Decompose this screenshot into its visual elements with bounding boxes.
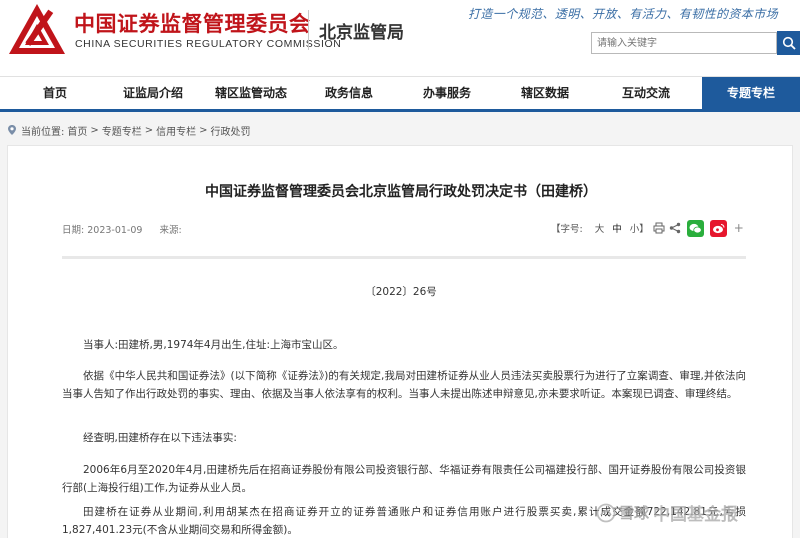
font-small-button[interactable]: 小 <box>630 221 640 235</box>
more-share-icon[interactable]: + <box>734 221 744 235</box>
slogan: 打造一个规范、透明、开放、有活力、有韧性的资本市场 <box>468 7 779 21</box>
breadcrumb-separator: > <box>199 124 208 136</box>
breadcrumb-link[interactable]: 行政处罚 <box>211 123 251 138</box>
search-icon <box>782 36 796 50</box>
date-value: 2023-01-09 <box>87 225 143 236</box>
bureau-name: 北京监管局 <box>319 23 404 43</box>
nav-item-special[interactable]: 专题专栏 <box>702 77 800 110</box>
logo-divider <box>308 10 309 50</box>
watermark-text: 中国基金报 <box>653 505 739 525</box>
csrc-logo-icon[interactable] <box>8 3 66 55</box>
article-paragraph: 当事人:田建桥,男,1974年4月出生,住址:上海市宝山区。 <box>83 339 344 351</box>
font-size-label: 【字号: <box>551 224 583 235</box>
watermark: 雪球 中国基金报 <box>596 500 738 525</box>
breadcrumb-separator: > <box>144 124 154 136</box>
main-nav: 首页 证监局介绍 辖区监管动态 政务信息 办事服务 辖区数据 互动交流 专题专栏 <box>0 76 800 112</box>
nav-item-regional-news[interactable]: 辖区监管动态 <box>202 77 300 110</box>
font-size-suffix: 】 <box>639 224 649 235</box>
breadcrumb-link[interactable]: 首页 <box>67 123 87 138</box>
breadcrumb-prefix: 当前位置: <box>21 126 65 138</box>
site-header: 中国证券监督管理委员会 CHINA SECURITIES REGULATORY … <box>0 0 800 76</box>
breadcrumb: 当前位置: 首页 > 专题专栏 > 信用专栏 > 行政处罚 <box>6 122 254 138</box>
location-pin-icon <box>8 125 16 135</box>
nav-item-home[interactable]: 首页 <box>6 77 104 110</box>
logo-title[interactable]: 中国证券监督管理委员会 <box>74 8 311 38</box>
search-input[interactable] <box>591 32 777 54</box>
search-button[interactable] <box>777 31 800 55</box>
breadcrumb-link[interactable]: 专题专栏 <box>102 123 142 138</box>
divider <box>62 256 746 259</box>
font-medium-button[interactable]: 中 <box>612 221 622 235</box>
article-paragraph: 2006年6月至2020年4月,田建桥先后在招商证券股份有限公司投资银行部、华福… <box>62 464 746 494</box>
nav-item-data[interactable]: 辖区数据 <box>496 77 594 110</box>
date-label: 日期: <box>62 225 85 236</box>
logo-subtitle: CHINA SECURITIES REGULATORY COMMISSION <box>75 38 342 50</box>
font-large-button[interactable]: 大 <box>595 221 605 235</box>
wechat-share-icon[interactable] <box>686 219 704 237</box>
article-meta: 日期: 2023-01-09 来源: <box>62 222 182 236</box>
nav-item-gov-info[interactable]: 政务信息 <box>300 77 398 110</box>
article-paragraph: 依据《中华人民共和国证券法》(以下简称《证券法》)的有关规定,我局对田建桥证券从… <box>62 370 746 400</box>
article-panel: 中国证券监督管理委员会北京监管局行政处罚决定书（田建桥） 日期: 2023-01… <box>7 145 793 538</box>
xueqiu-logo-icon <box>596 503 616 522</box>
article-title: 中国证券监督管理委员会北京监管局行政处罚决定书（田建桥） <box>205 184 597 200</box>
breadcrumb-link[interactable]: 信用专栏 <box>156 123 196 138</box>
breadcrumb-separator: > <box>90 124 99 136</box>
source-label: 来源: <box>159 225 182 236</box>
article-paragraph: 经查明,田建桥存在以下违法事实: <box>83 432 237 444</box>
share-icon[interactable] <box>669 222 681 234</box>
nav-item-about[interactable]: 证监局介绍 <box>104 77 202 110</box>
document-number: 〔2022〕26号 <box>365 286 437 298</box>
nav-item-interaction[interactable]: 互动交流 <box>594 77 698 110</box>
weibo-share-icon[interactable] <box>709 219 727 237</box>
watermark-text: 雪球 <box>619 504 650 522</box>
print-icon[interactable] <box>653 222 665 234</box>
article-tools: 【字号: 大 中 小 】 + <box>551 218 744 238</box>
nav-item-services[interactable]: 办事服务 <box>398 77 496 110</box>
